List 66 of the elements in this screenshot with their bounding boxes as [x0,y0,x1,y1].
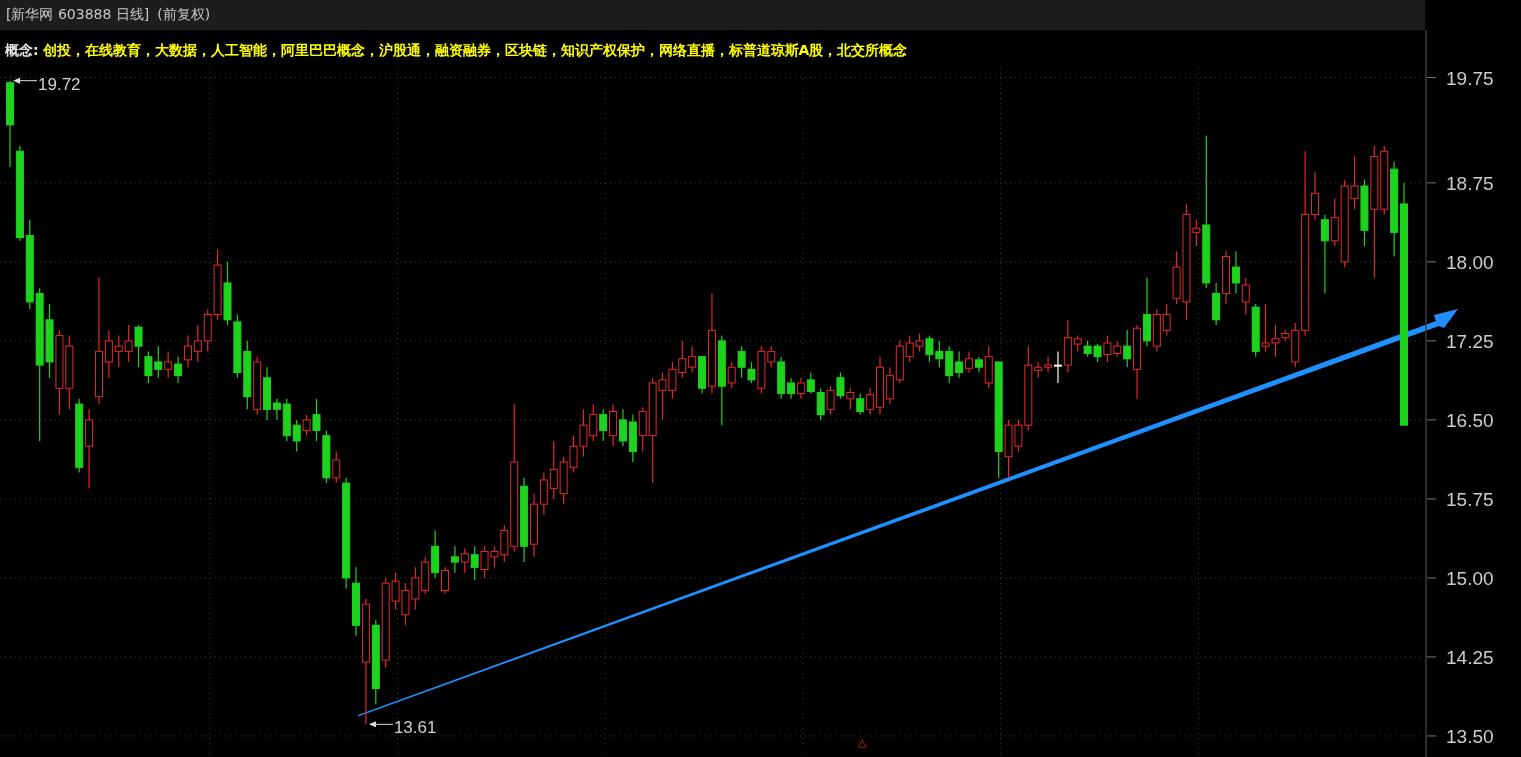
concepts-text: 创投，在线教育，大数据，人工智能，阿里巴巴概念，沪股通，融资融券，区块链，知识产权保护，网络直播，标普道琼斯A股，北交所概念 [42,42,908,60]
candlestick [816,387,825,421]
candlestick [460,547,469,574]
candlestick [124,324,133,363]
candlestick [1093,343,1102,363]
candlestick [1241,277,1250,316]
candlestick [569,435,578,474]
axis-label: 19.75 [1446,67,1494,89]
candlestick [579,408,588,458]
candlestick [628,414,637,463]
candlestick [401,582,410,626]
candlestick [243,340,252,410]
candlestick [559,456,568,505]
axis-label: 14.25 [1446,646,1494,668]
candlestick [470,545,479,581]
candlestick [668,361,677,400]
candlestick [846,387,855,410]
candlestick [193,324,202,363]
candlestick [1083,340,1092,358]
candlestick [174,356,183,384]
candlestick [421,556,430,595]
candlestick [618,408,627,447]
candlestick [549,440,558,500]
candlestick [688,345,697,374]
axis-label: 16.50 [1446,409,1494,431]
candlestick [856,392,865,416]
leader-arrow [368,721,394,728]
axis-label: 15.00 [1446,567,1494,589]
candlestick [678,340,687,379]
candlestick [134,324,143,368]
candlestick [935,340,944,368]
candlestick [945,345,954,384]
candlestick [154,345,163,379]
candlestick [233,313,242,379]
price-label: 13.61 [393,718,437,738]
candlestick [955,350,964,379]
candlestick [826,385,835,416]
axis-label: 13.50 [1446,725,1494,747]
axis-label: 18.00 [1446,251,1494,273]
candlestick [796,377,805,400]
axis-label: 17.25 [1446,330,1494,352]
price-label: 19.72 [38,74,81,94]
candlestick [836,371,845,400]
candlestick [144,350,153,384]
candlestick [411,566,420,611]
candlestick [253,356,262,416]
candlestick [609,403,618,447]
bottom-marker: △ [858,736,867,749]
candlestick [223,261,232,326]
concepts-label: 概念: [5,42,39,60]
candlestick [450,545,459,574]
candlestick [1251,303,1260,358]
axis-label: 18.75 [1446,172,1494,194]
leader-arrow [13,77,38,84]
candlestick [915,332,924,352]
candlestick [1231,250,1240,295]
chart-title: [新华网 603888 日线] [6,6,150,24]
candlestick [925,335,934,363]
adjustment-label: (前复权) [157,6,211,24]
candlestick [164,350,173,379]
candlestick [599,408,608,442]
candlestick [1222,250,1231,305]
axis-label: 15.75 [1446,488,1494,510]
candlestick [183,335,192,368]
candlestick [806,371,815,395]
candlestick [589,403,598,442]
